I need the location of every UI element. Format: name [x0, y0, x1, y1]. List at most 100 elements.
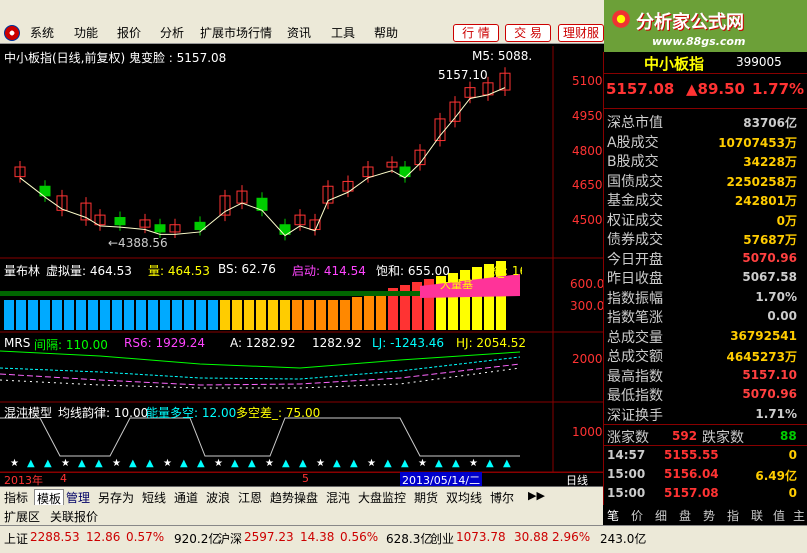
volume-bar — [220, 300, 230, 330]
rtab[interactable]: 势 — [703, 507, 715, 524]
sh-value: 2288.53 — [30, 530, 80, 544]
stat-label: 总成交额 — [607, 349, 663, 365]
rtab[interactable]: 笔 — [607, 507, 619, 524]
volume-bar — [148, 300, 158, 330]
rtab[interactable]: 主 — [793, 507, 805, 524]
hs-pct: 0.56% — [340, 530, 379, 544]
tab-chaos[interactable]: 混沌 — [326, 489, 350, 506]
stock-price: 5157.08 — [606, 80, 675, 98]
mrs-line — [0, 356, 521, 380]
menu-help[interactable]: 帮助 — [374, 24, 398, 41]
panel2-field: 涨_: 16 — [486, 264, 522, 278]
rtab[interactable]: 指 — [727, 507, 739, 524]
scroll-right-icon[interactable]: ▶▶ — [528, 489, 545, 502]
trade-button[interactable]: 交 易 — [505, 24, 551, 42]
volume-bar — [244, 300, 254, 330]
tick-price: 5156.04 — [664, 467, 719, 481]
chaos-marker: ▲ — [282, 458, 290, 469]
chaos-marker: ▲ — [503, 458, 511, 469]
tick-volume: 0 — [788, 486, 797, 500]
cy-change: 30.88 — [514, 530, 549, 544]
panel2-field: BS: 62.76 — [218, 262, 276, 276]
tick-volume: 6.49亿 — [755, 469, 797, 483]
tab-manage[interactable]: 管理 — [66, 489, 90, 506]
app-icon[interactable] — [4, 25, 20, 41]
chaos-marker: ▲ — [78, 458, 86, 469]
timeline-month: 4 — [60, 472, 67, 485]
chaos-marker: ▲ — [180, 458, 188, 469]
volume-bar — [4, 300, 14, 330]
panel3-name: MRS — [4, 336, 31, 350]
volume-bar — [208, 300, 218, 330]
up-count-label: 涨家数 — [607, 430, 649, 446]
volume-bar — [364, 294, 374, 330]
volume-bar — [328, 300, 338, 330]
stat-value: 83706亿 — [743, 116, 797, 130]
finance-button[interactable]: 理财服务 — [558, 24, 604, 42]
tab-gann[interactable]: 江恩 — [238, 489, 262, 506]
chaos-marker: ★ — [316, 458, 325, 469]
ytick: 600.0 — [570, 277, 605, 291]
stat-value: 242801万 — [734, 194, 797, 208]
index-ticker-bar: 上证 2288.53 12.86 0.57% 920.2亿 沪深 2597.23… — [0, 525, 807, 553]
volume-bar — [88, 300, 98, 330]
panel2-field: 启动: 414.54 — [292, 264, 366, 278]
tab-related-quote[interactable]: 关联报价 — [50, 508, 98, 525]
stat-value: 57687万 — [743, 233, 797, 247]
tab-ext-area[interactable]: 扩展区 — [4, 508, 40, 525]
tab-save-as[interactable]: 另存为 — [98, 489, 134, 506]
panel2-field: 虚拟量: 464.53 — [46, 264, 132, 278]
logo-url: www.88gs.com — [652, 35, 746, 48]
ytick: 300.0 — [570, 299, 605, 313]
chaos-marker: ▲ — [350, 458, 358, 469]
tab-channel[interactable]: 通道 — [174, 489, 198, 506]
ytick: 5100 — [572, 74, 603, 88]
chaos-marker: ★ — [112, 458, 121, 469]
menu-function[interactable]: 功能 — [74, 24, 98, 41]
tick-time: 14:57 — [607, 448, 646, 462]
volume-bar — [256, 300, 266, 330]
rtab[interactable]: 盘 — [679, 507, 691, 524]
panel3-field: 1282.92 — [312, 336, 362, 350]
cy-amount: 243.0亿 — [600, 532, 647, 546]
rtab[interactable]: 细 — [655, 507, 667, 524]
site-logo: 分析家公式网 www.88gs.com — [604, 0, 807, 52]
volume-bar — [100, 300, 110, 330]
tab-indicator[interactable]: 指标 — [4, 489, 28, 506]
menu-ext-market[interactable]: 扩展市场行情 — [200, 24, 272, 41]
rtab[interactable]: 值 — [773, 507, 785, 524]
tick-time: 15:00 — [607, 467, 646, 481]
logo-flower-icon — [610, 8, 632, 30]
menu-analysis[interactable]: 分析 — [160, 24, 184, 41]
rtab[interactable]: 联 — [751, 507, 763, 524]
volume-bar — [280, 300, 290, 330]
rtab[interactable]: 价 — [631, 507, 643, 524]
tab-market-monitor[interactable]: 大盘监控 — [358, 489, 406, 506]
volume-bar — [160, 300, 170, 330]
tab-wave[interactable]: 波浪 — [206, 489, 230, 506]
stat-label: 国债成交 — [607, 173, 663, 190]
volume-bar — [232, 300, 242, 330]
menu-quote[interactable]: 报价 — [117, 24, 141, 41]
stat-value: 1.70% — [755, 289, 797, 304]
quote-button[interactable]: 行 情 — [453, 24, 499, 42]
hs-label: 沪深 — [218, 532, 243, 546]
menu-tools[interactable]: 工具 — [331, 24, 355, 41]
tab-trend[interactable]: 趋势操盘 — [270, 489, 318, 506]
panel3-field: LJ: -1243.46 — [372, 336, 445, 350]
tab-futures[interactable]: 期货 — [414, 489, 438, 506]
tab-short[interactable]: 短线 — [142, 489, 166, 506]
volume-bar — [136, 300, 146, 330]
menu-news[interactable]: 资讯 — [287, 24, 311, 41]
tab-double-ma[interactable]: 双均线 — [446, 489, 482, 506]
ytick: 1000 — [572, 425, 603, 439]
menu-system[interactable]: 系统 — [30, 24, 54, 41]
stat-value: 5157.10 — [742, 367, 797, 382]
sh-change: 12.86 — [86, 530, 121, 544]
volume-bar — [124, 300, 134, 330]
stat-label: 深证换手 — [607, 407, 663, 424]
stat-value: 36792541 — [730, 328, 797, 343]
chaos-marker: ★ — [418, 458, 427, 469]
tab-bollinger[interactable]: 博尔 — [490, 489, 514, 506]
stat-label: 权证成交 — [607, 212, 663, 229]
